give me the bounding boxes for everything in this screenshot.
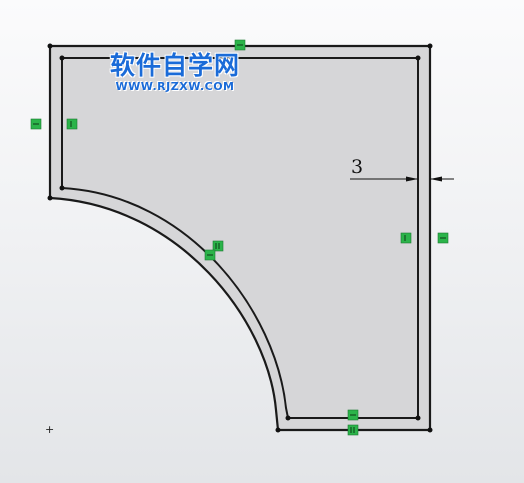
sketch-profile-outer[interactable] — [48, 44, 432, 432]
origin-marker: + — [45, 423, 54, 436]
relation-marker-top[interactable] — [234, 39, 246, 51]
sketch-point[interactable] — [59, 185, 65, 191]
relation-marker-right-inner[interactable] — [400, 232, 412, 244]
relation-marker-bottom-1[interactable] — [347, 409, 359, 421]
sketch-point[interactable] — [427, 427, 433, 433]
sketch-point[interactable] — [427, 43, 433, 49]
sketch-point[interactable] — [47, 195, 53, 201]
relation-marker-right-outer[interactable] — [437, 232, 449, 244]
sketch-point[interactable] — [59, 55, 65, 61]
sketch-point[interactable] — [285, 415, 291, 421]
relation-marker-left-outer[interactable] — [30, 118, 42, 130]
relation-marker-arc-1[interactable] — [212, 240, 224, 252]
sketch-point[interactable] — [415, 415, 421, 421]
relation-marker-arc-2[interactable] — [204, 249, 216, 261]
relation-marker-bottom-2[interactable] — [347, 424, 359, 436]
relation-marker-left-inner[interactable] — [66, 118, 78, 130]
sketch-point[interactable] — [275, 427, 281, 433]
sketch-canvas[interactable]: 3 + — [0, 0, 524, 483]
sketch-point[interactable] — [47, 43, 53, 49]
sketch-point[interactable] — [415, 55, 421, 61]
dimension-arrow-right — [430, 176, 442, 182]
dimension-value[interactable]: 3 — [351, 156, 363, 178]
